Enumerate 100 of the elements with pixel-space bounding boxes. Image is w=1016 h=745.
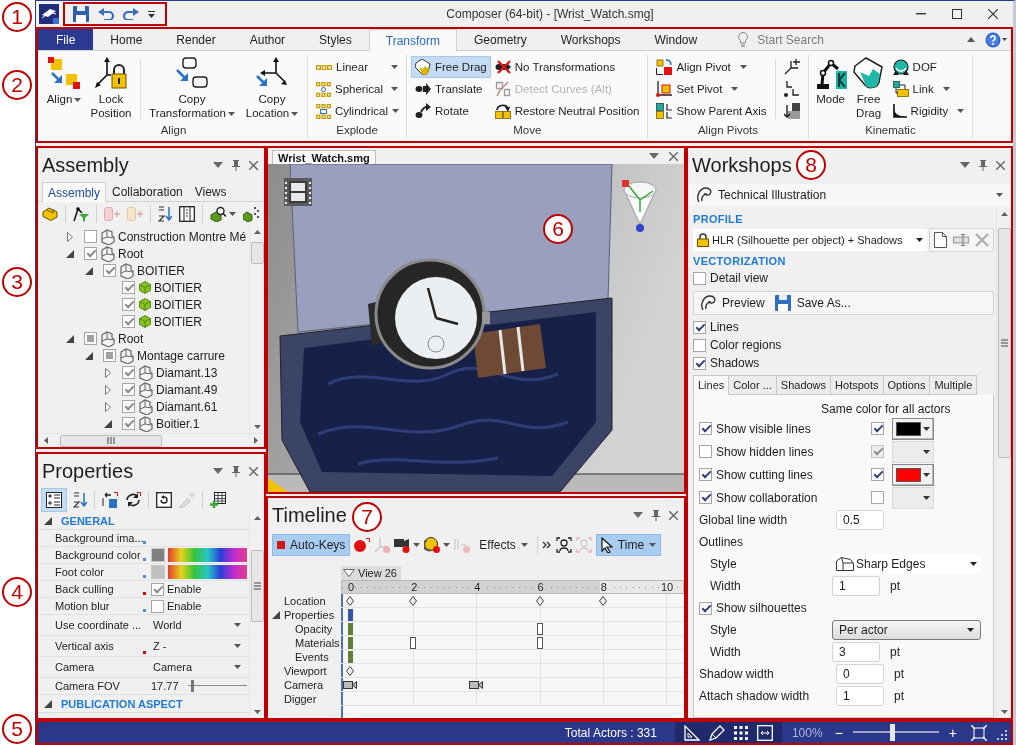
ribbon-button[interactable]: Set Pivot xyxy=(652,78,771,100)
app-logo-icon[interactable] xyxy=(39,4,59,24)
expander-arrow-icon[interactable] xyxy=(105,401,111,412)
checkbox[interactable] xyxy=(103,349,116,362)
checkbox-label[interactable]: Shadows xyxy=(710,356,760,370)
profile-dropdown[interactable]: HLR (Silhouette per object) + Shadows xyxy=(693,229,927,251)
ribbon-button[interactable]: Free Drag xyxy=(850,55,887,122)
checkbox-label[interactable]: Show collaboration xyxy=(716,490,818,505)
horizontal-scrollbar[interactable] xyxy=(38,433,264,447)
panel-menu-icon[interactable] xyxy=(213,162,223,168)
columns-icon[interactable] xyxy=(179,206,195,222)
reset-icon[interactable] xyxy=(156,492,172,508)
frame-person-icon[interactable] xyxy=(555,537,572,553)
scroll-right-icon[interactable] xyxy=(254,437,258,444)
style-dropdown[interactable]: Per actor xyxy=(832,620,981,640)
track-label[interactable]: Properties xyxy=(284,609,335,621)
color-dropdown[interactable] xyxy=(892,463,934,486)
color-spectrum[interactable] xyxy=(168,565,247,579)
keyframe-diamond-icon[interactable] xyxy=(346,665,354,676)
chevrons-icon[interactable] xyxy=(541,541,552,549)
close-icon[interactable] xyxy=(669,151,678,161)
checkbox[interactable] xyxy=(699,601,712,615)
scroll-up-icon[interactable] xyxy=(253,516,261,520)
pin-icon[interactable] xyxy=(232,465,240,477)
vertical-scrollbar[interactable] xyxy=(996,208,1011,718)
tree-item-label[interactable]: BOITIER xyxy=(137,263,185,278)
panel-menu-icon[interactable] xyxy=(213,468,223,474)
help-icon[interactable] xyxy=(985,31,1007,48)
expander-arrow-icon[interactable] xyxy=(85,266,93,275)
expander-arrow-icon[interactable] xyxy=(105,367,111,378)
track-label[interactable]: Viewport xyxy=(284,665,327,677)
expander-arrow-icon[interactable] xyxy=(44,516,52,525)
ribbon-button[interactable]: Align Pivot xyxy=(652,56,771,78)
scrollbar-thumb[interactable] xyxy=(60,434,162,447)
camera-key-icon[interactable] xyxy=(469,679,484,690)
vertical-scrollbar[interactable] xyxy=(249,512,264,718)
film-strip-icon[interactable] xyxy=(284,178,312,206)
scroll-down-icon[interactable] xyxy=(253,710,261,714)
ribbon-tab[interactable]: Render xyxy=(159,29,233,50)
keyframe-diamond-icon[interactable] xyxy=(409,595,418,606)
arrow-into-box-icon[interactable] xyxy=(102,492,118,508)
ribbon-button[interactable]: Translate xyxy=(411,78,491,100)
ribbon-button[interactable]: Copy Location xyxy=(241,55,303,122)
block-icon[interactable] xyxy=(42,207,58,221)
expander-arrow-icon[interactable] xyxy=(105,384,111,395)
tree-item-label[interactable]: Root xyxy=(118,331,144,346)
track-label[interactable]: Location xyxy=(284,595,326,607)
brush-icon[interactable] xyxy=(708,724,725,741)
checkbox-label[interactable]: Show cutting lines xyxy=(716,467,813,482)
camera-key-icon[interactable] xyxy=(343,679,357,690)
tab[interactable]: Lines xyxy=(693,375,730,395)
panel-tab[interactable]: Collaboration xyxy=(106,182,189,201)
panel-menu-icon[interactable] xyxy=(960,162,970,168)
zoom-slider-thumb[interactable] xyxy=(889,724,895,741)
ribbon-tab[interactable]: Transform xyxy=(368,29,457,51)
keyframe-box-icon[interactable] xyxy=(536,622,543,635)
expander-arrow-icon[interactable] xyxy=(66,249,74,258)
track-label[interactable]: Materials xyxy=(295,637,340,649)
workshop-dropdown[interactable]: Technical Illustration xyxy=(688,184,1011,206)
view-marker[interactable]: View 26 xyxy=(341,566,401,580)
panel-menu-icon[interactable] xyxy=(649,153,659,159)
slider-track[interactable] xyxy=(187,679,247,693)
filter-icon[interactable] xyxy=(73,206,89,222)
navigation-gizmo-icon[interactable] xyxy=(620,178,660,232)
ribbon-tab[interactable]: Home xyxy=(93,29,160,50)
scroll-down-icon[interactable] xyxy=(253,425,261,429)
scrollbar-thumb[interactable] xyxy=(250,550,264,622)
ribbon-button[interactable]: Show Parent Axis xyxy=(652,100,771,122)
checkbox[interactable] xyxy=(699,491,712,504)
tab[interactable]: Multiple xyxy=(930,375,978,395)
auto-keys-button[interactable]: Auto-Keys xyxy=(272,534,351,556)
color-spectrum[interactable] xyxy=(168,548,247,562)
action-button[interactable]: Preview xyxy=(700,295,765,311)
checkbox[interactable] xyxy=(693,271,706,285)
checkbox-label[interactable]: Lines xyxy=(710,320,739,334)
color-swatch[interactable] xyxy=(151,565,165,579)
ribbon-button[interactable]: Cylindrical xyxy=(312,100,402,122)
close-icon[interactable] xyxy=(249,160,258,170)
camera-key-dropdown[interactable] xyxy=(394,537,421,553)
tree-item-label[interactable]: Boitier.1 xyxy=(156,416,200,431)
undo-icon[interactable] xyxy=(98,8,114,20)
checkbox-label[interactable]: Show silhouettes xyxy=(716,601,807,615)
checkbox[interactable] xyxy=(693,320,706,334)
ribbon-tab[interactable]: Author xyxy=(232,29,303,50)
file-menu-tab[interactable]: File xyxy=(38,29,94,50)
track-label[interactable]: Camera xyxy=(284,679,324,691)
rename-icon[interactable] xyxy=(953,234,969,246)
input-field[interactable]: 0.5 xyxy=(836,510,884,530)
tree-item-label[interactable]: BOITIER xyxy=(154,314,202,329)
cube-dots-icon[interactable] xyxy=(243,206,259,222)
checkbox[interactable] xyxy=(84,230,97,243)
ribbon-button[interactable]: Copy Transformation xyxy=(145,55,239,122)
ribbon-button[interactable]: Link xyxy=(888,78,969,100)
checkbox[interactable] xyxy=(699,468,712,481)
checkbox[interactable] xyxy=(122,400,135,413)
tab[interactable]: Hotspots xyxy=(831,375,884,395)
checkbox[interactable] xyxy=(122,383,135,396)
expander-arrow-icon[interactable] xyxy=(85,351,93,360)
tab[interactable]: Shadows xyxy=(776,375,832,395)
customize-caret-icon[interactable] xyxy=(148,10,155,18)
